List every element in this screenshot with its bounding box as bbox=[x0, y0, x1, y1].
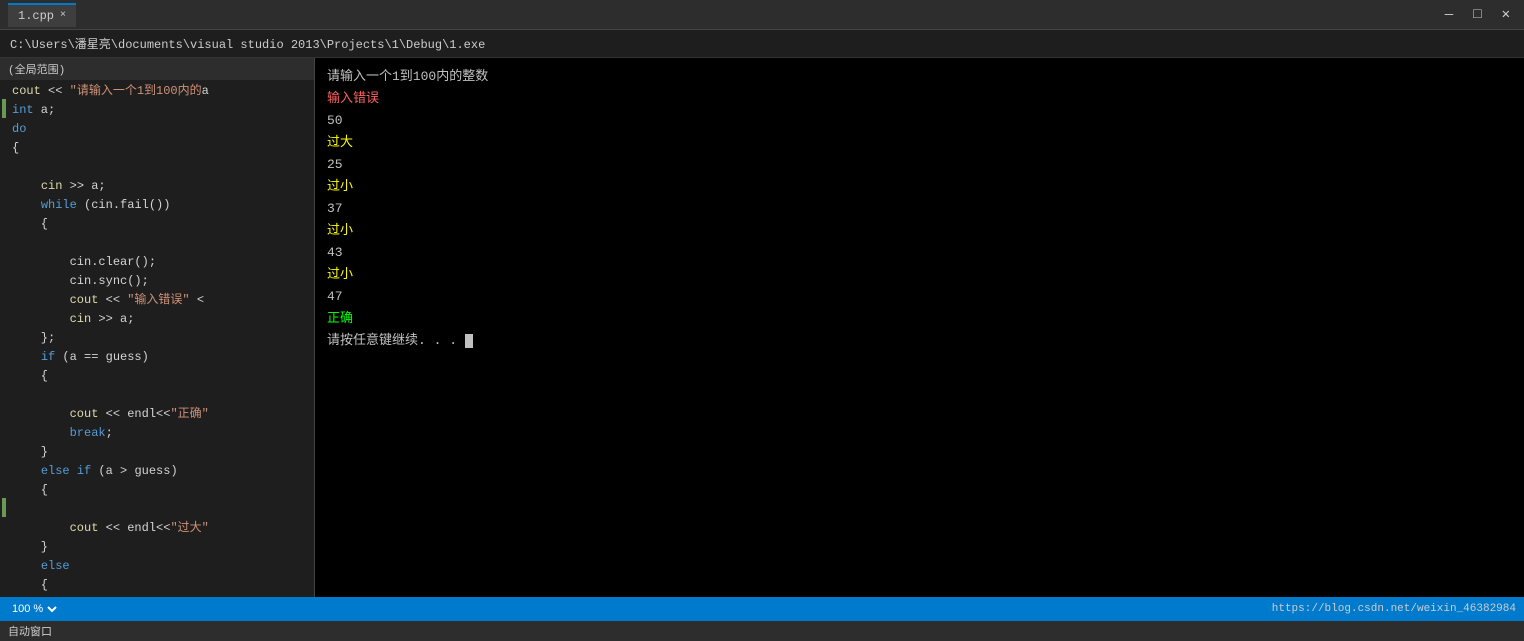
console-line-11: 47 bbox=[327, 286, 1512, 308]
code-line: break; bbox=[8, 424, 314, 443]
code-line: else bbox=[8, 557, 314, 576]
console-title-bar: C:\Users\潘星亮\documents\visual studio 201… bbox=[0, 30, 1524, 58]
code-line: { bbox=[8, 139, 314, 158]
gutter bbox=[0, 80, 8, 597]
code-line: cout << "请输入一个1到100内的a bbox=[8, 82, 314, 101]
content-area: (全局范围) bbox=[0, 58, 1524, 597]
maximize-btn[interactable]: □ bbox=[1467, 7, 1487, 23]
gutter-line bbox=[0, 441, 8, 460]
credit-text: https://blog.csdn.net/weixin_46382984 bbox=[1272, 603, 1516, 615]
tab-label: 1.cpp bbox=[18, 9, 54, 23]
gutter-line bbox=[0, 365, 8, 384]
status-label: 自动窗口 bbox=[8, 623, 52, 639]
console-line-13: 请按任意键继续. . . bbox=[327, 330, 1512, 352]
gutter-line bbox=[0, 422, 8, 441]
close-window-btn[interactable]: ✕ bbox=[1496, 6, 1516, 23]
code-line bbox=[8, 500, 314, 519]
status-bar: 自动窗口 bbox=[0, 621, 1524, 641]
code-line: cin.sync(); bbox=[8, 272, 314, 291]
console-line-4: 过大 bbox=[327, 132, 1512, 154]
console-line-9: 43 bbox=[327, 242, 1512, 264]
console-line-2: 输入错误 bbox=[327, 88, 1512, 110]
code-line: { bbox=[8, 481, 314, 500]
console-path: C:\Users\潘星亮\documents\visual studio 201… bbox=[10, 35, 485, 52]
code-line bbox=[8, 234, 314, 253]
gutter-line bbox=[0, 517, 8, 536]
gutter-line-active bbox=[2, 498, 6, 517]
gutter-line bbox=[0, 460, 8, 479]
code-line: { bbox=[8, 576, 314, 595]
editor-tab[interactable]: 1.cpp × bbox=[8, 3, 76, 27]
code-line: else if (a > guess) bbox=[8, 462, 314, 481]
code-line bbox=[8, 386, 314, 405]
bottom-bar: 100 % 75 % 125 % https://blog.csdn.net/w… bbox=[0, 597, 1524, 621]
gutter-line bbox=[0, 213, 8, 232]
console-line-3: 50 bbox=[327, 110, 1512, 132]
code-line: cout << endl<<"过大" bbox=[8, 519, 314, 538]
code-line: { bbox=[8, 215, 314, 234]
gutter-line bbox=[0, 175, 8, 194]
gutter-line-active bbox=[2, 99, 6, 118]
console-line-7: 37 bbox=[327, 198, 1512, 220]
gutter-line bbox=[0, 593, 8, 597]
scope-label: (全局范围) bbox=[8, 61, 65, 77]
editor-header: (全局范围) bbox=[0, 58, 314, 80]
code-line: { bbox=[8, 367, 314, 386]
window-controls: — □ ✕ bbox=[1439, 6, 1516, 23]
gutter-line bbox=[0, 479, 8, 498]
gutter-line bbox=[0, 555, 8, 574]
code-line: cin.clear(); bbox=[8, 253, 314, 272]
gutter-line bbox=[0, 232, 8, 251]
gutter-line bbox=[0, 403, 8, 422]
gutter-line bbox=[0, 308, 8, 327]
code-content[interactable]: cout << "请输入一个1到100内的a int a; do { cin >… bbox=[8, 80, 314, 597]
code-line: }; bbox=[8, 329, 314, 348]
gutter-line bbox=[0, 80, 8, 99]
console-line-10: 过小 bbox=[327, 264, 1512, 286]
gutter-line bbox=[0, 194, 8, 213]
code-line bbox=[8, 158, 314, 177]
code-line: } bbox=[8, 443, 314, 462]
code-line: cout << "输入错误" < bbox=[8, 291, 314, 310]
tab-close-btn[interactable]: × bbox=[60, 10, 66, 21]
code-line: cout << endl<<"正确" bbox=[8, 405, 314, 424]
gutter-line bbox=[0, 289, 8, 308]
bottom-left: 100 % 75 % 125 % bbox=[8, 602, 60, 616]
code-line: while (cin.fail()) bbox=[8, 196, 314, 215]
minimize-btn[interactable]: — bbox=[1439, 7, 1459, 23]
editor-body[interactable]: cout << "请输入一个1到100内的a int a; do { cin >… bbox=[0, 80, 314, 597]
title-bar: 1.cpp × — □ ✕ bbox=[0, 0, 1524, 30]
gutter-line bbox=[0, 270, 8, 289]
gutter-line bbox=[0, 251, 8, 270]
gutter-line bbox=[0, 156, 8, 175]
gutter-line bbox=[0, 384, 8, 403]
console-line-8: 过小 bbox=[327, 220, 1512, 242]
code-line: cin >> a; bbox=[8, 177, 314, 196]
tab-area: 1.cpp × bbox=[8, 3, 76, 27]
console-panel: 请输入一个1到100内的整数 输入错误 50 过大 25 过小 37 过小 43… bbox=[315, 58, 1524, 597]
zoom-select[interactable]: 100 % 75 % 125 % bbox=[8, 602, 60, 616]
code-line bbox=[8, 595, 314, 597]
gutter-line bbox=[0, 346, 8, 365]
console-line-5: 25 bbox=[327, 154, 1512, 176]
console-line-12: 正确 bbox=[327, 308, 1512, 330]
gutter-line bbox=[0, 327, 8, 346]
code-line: int a; bbox=[8, 101, 314, 120]
code-line: } bbox=[8, 538, 314, 557]
code-line: do bbox=[8, 120, 314, 139]
console-line-6: 过小 bbox=[327, 176, 1512, 198]
console-line-1: 请输入一个1到100内的整数 bbox=[327, 66, 1512, 88]
editor-panel: (全局范围) bbox=[0, 58, 315, 597]
gutter-line bbox=[0, 137, 8, 156]
code-line: if (a == guess) bbox=[8, 348, 314, 367]
gutter-line bbox=[0, 574, 8, 593]
code-line: cin >> a; bbox=[8, 310, 314, 329]
gutter-line bbox=[0, 118, 8, 137]
gutter-line bbox=[0, 536, 8, 555]
